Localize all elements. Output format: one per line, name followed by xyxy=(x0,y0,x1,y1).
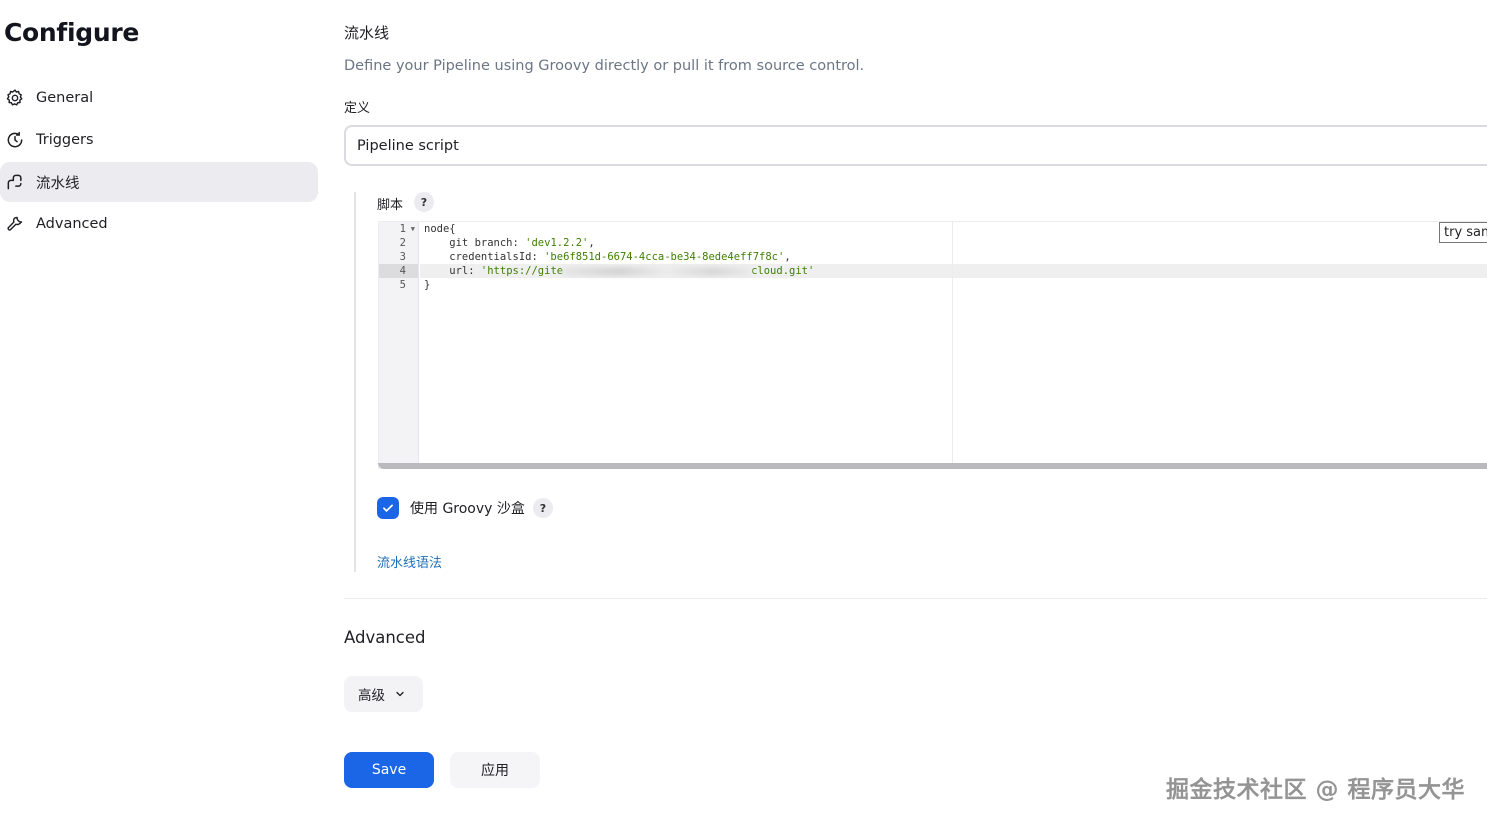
sandbox-checkbox[interactable] xyxy=(377,497,399,519)
sidebar-item-pipeline[interactable]: 流水线 xyxy=(0,162,318,202)
checkmark-icon xyxy=(383,504,393,512)
sidebar-item-general[interactable]: General xyxy=(0,78,318,118)
sidebar-item-label: Advanced xyxy=(36,216,108,232)
sidebar-item-label: Triggers xyxy=(36,132,94,148)
code-line: credentialsId: 'be6f851d-6674-4cca-be34-… xyxy=(424,251,791,263)
sidebar-item-triggers[interactable]: Triggers xyxy=(0,120,318,160)
line-number-gutter: 1 ▼ 2 3 4 5 xyxy=(379,222,419,469)
sandbox-help-button[interactable]: ? xyxy=(532,498,553,518)
line-number: 3 xyxy=(399,251,406,263)
advanced-section-title: Advanced xyxy=(344,628,426,647)
script-label: 脚本 xyxy=(377,198,404,213)
gear-icon xyxy=(4,87,26,109)
editor-horizontal-scrollbar[interactable] xyxy=(378,463,1487,469)
code-line: } xyxy=(424,279,431,291)
chevron-down-icon xyxy=(394,688,406,700)
code-text-area[interactable]: node{ git branch: 'dev1.2.2', credential… xyxy=(420,222,1487,469)
line-number: 2 xyxy=(399,237,406,249)
section-description: Define your Pipeline using Groovy direct… xyxy=(344,58,865,74)
code-line: git branch: 'dev1.2.2', xyxy=(424,237,595,249)
advanced-toggle-button[interactable]: 高级 xyxy=(344,676,423,712)
print-margin xyxy=(952,222,953,469)
script-block: 脚本 ? 1 ▼ 2 3 4 5 node{ git branch: 'dev1.… xyxy=(354,192,1487,572)
clock-icon xyxy=(4,129,26,151)
watermark-text: 掘金技术社区 @ 程序员大华 xyxy=(1165,777,1465,803)
sidebar-item-label: General xyxy=(36,90,94,106)
code-line: node{ xyxy=(424,223,456,235)
fold-arrow-icon[interactable]: ▼ xyxy=(411,222,415,236)
script-help-button[interactable]: ? xyxy=(414,192,434,212)
sidebar-nav: General Triggers 流水线 Advanced xyxy=(0,78,318,246)
definition-select[interactable]: Pipeline script xyxy=(344,125,1487,166)
line-number: 4 xyxy=(379,264,418,278)
advanced-toggle-label: 高级 xyxy=(358,688,385,704)
wrench-icon xyxy=(4,213,26,235)
section-title: 流水线 xyxy=(344,24,390,42)
try-sample-pipeline-select[interactable]: try samp xyxy=(1439,222,1487,243)
line-number: 1 ▼ xyxy=(399,222,415,236)
main-content: 流水线 Define your Pipeline using Groovy di… xyxy=(344,0,1487,822)
code-line: url: 'https://gite cloud.git' xyxy=(420,264,1487,278)
sidebar-item-label: 流水线 xyxy=(36,175,80,192)
redacted-url-segment xyxy=(563,266,752,276)
code-editor[interactable]: 1 ▼ 2 3 4 5 node{ git branch: 'dev1.2.2',… xyxy=(378,221,1487,469)
pipeline-icon xyxy=(4,171,26,193)
save-button[interactable]: Save xyxy=(344,752,434,788)
sandbox-row: 使用 Groovy 沙盒 ? xyxy=(377,497,553,519)
pipeline-syntax-link[interactable]: 流水线语法 xyxy=(377,552,442,571)
definition-label: 定义 xyxy=(344,101,371,116)
sidebar-item-advanced[interactable]: Advanced xyxy=(0,204,318,244)
sandbox-label[interactable]: 使用 Groovy 沙盒 xyxy=(410,498,525,518)
apply-button[interactable]: 应用 xyxy=(450,752,540,788)
section-divider xyxy=(344,598,1487,599)
line-number: 5 xyxy=(399,279,406,291)
page-title: Configure xyxy=(4,18,140,47)
